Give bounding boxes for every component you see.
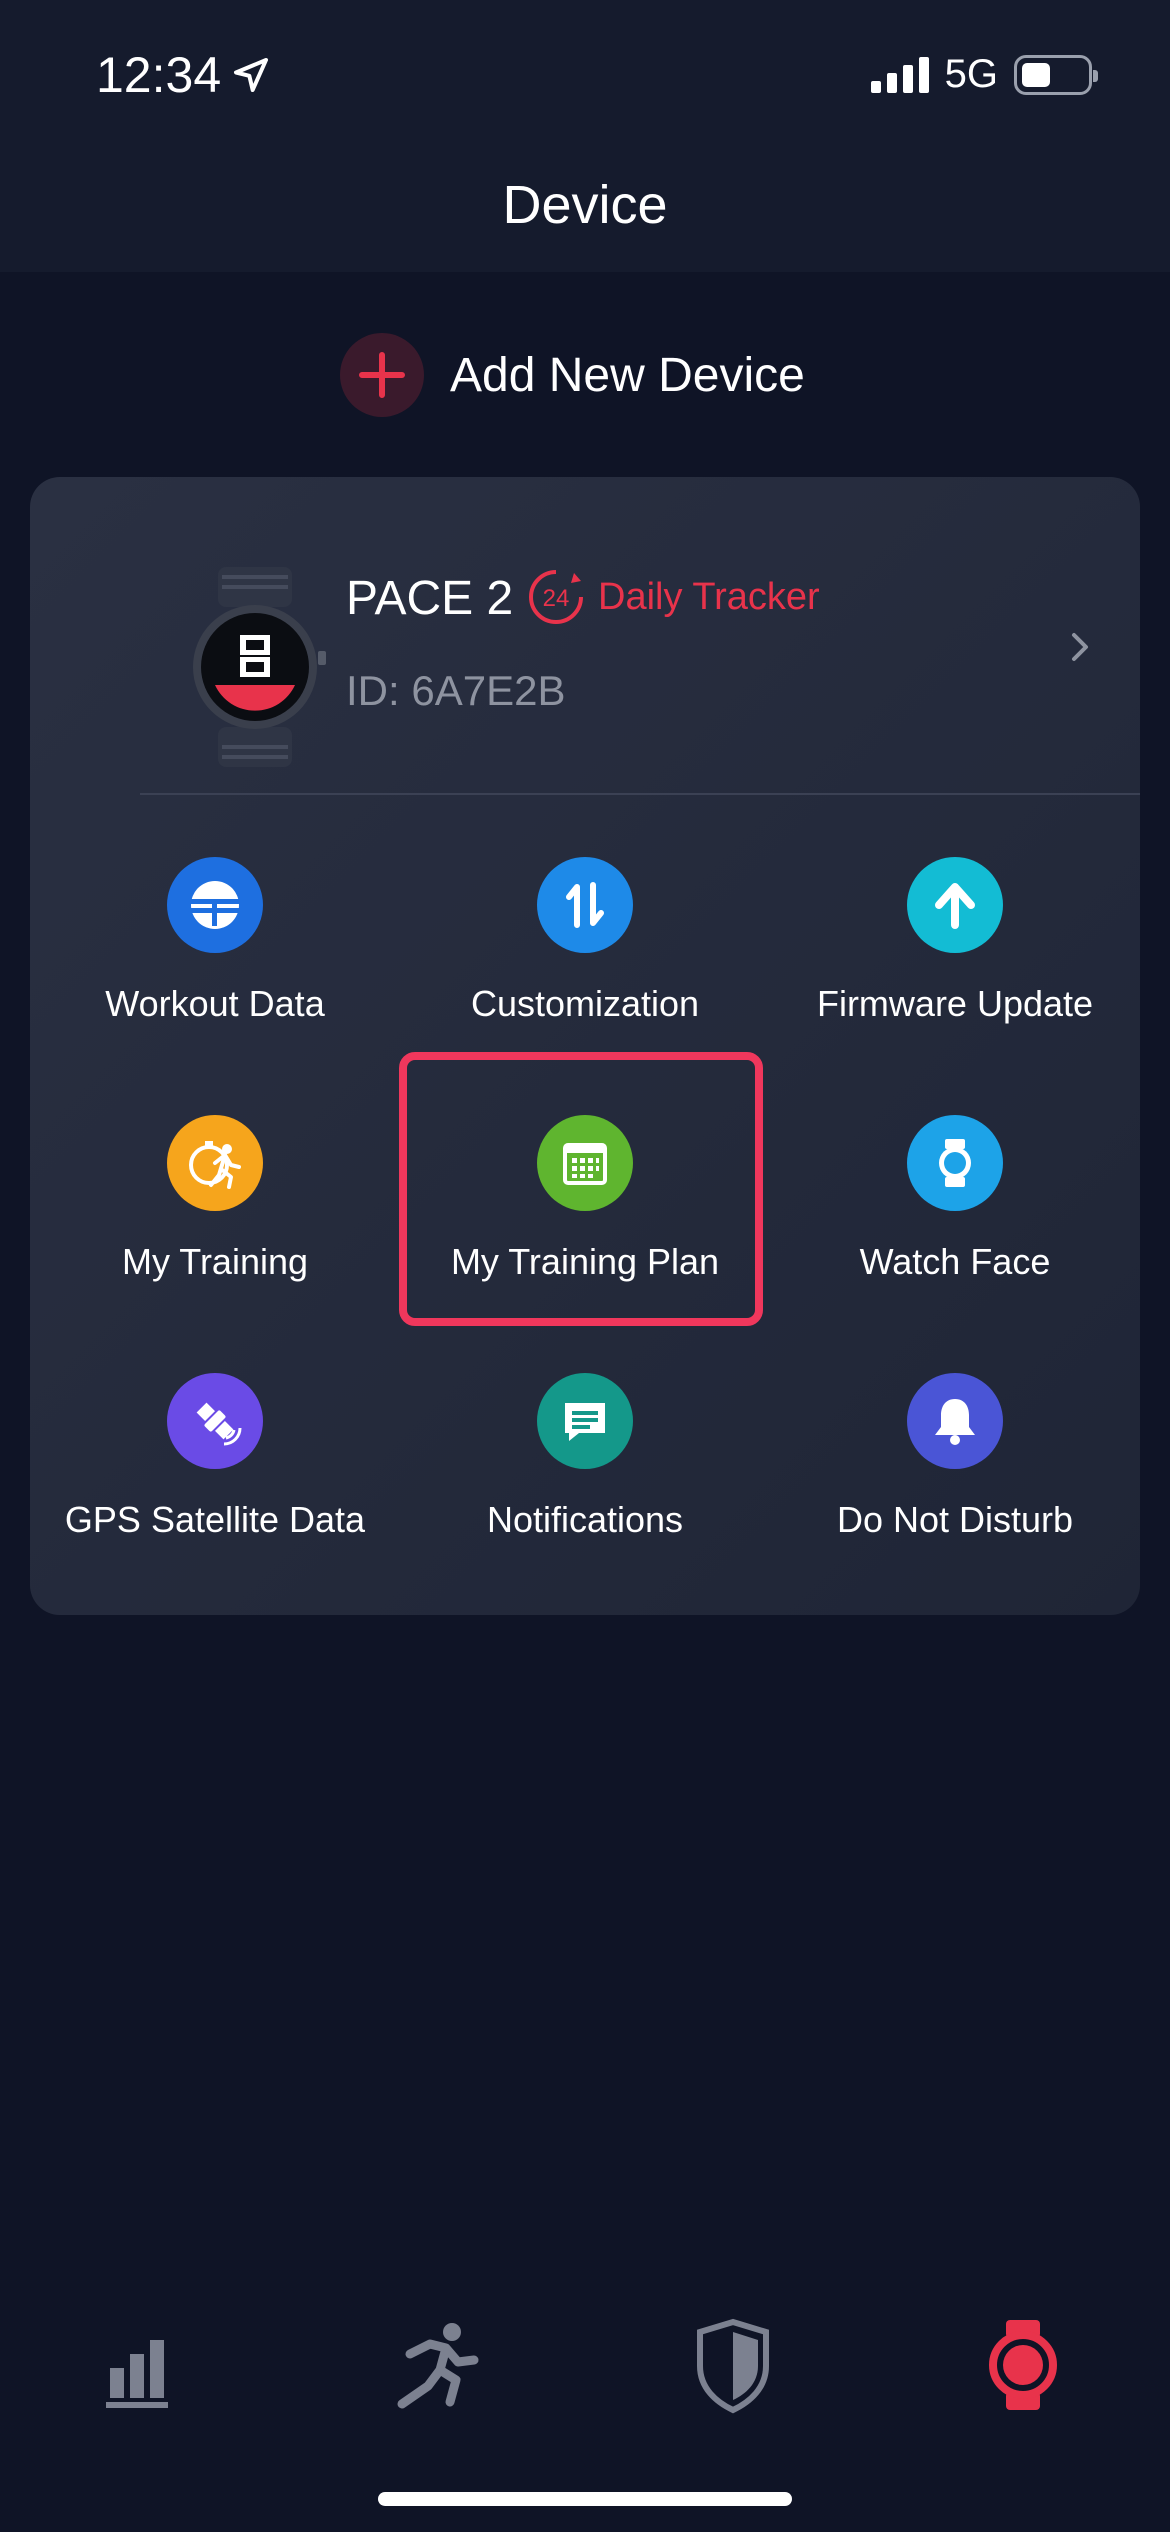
tab-device[interactable] [968,2310,1078,2420]
satellite-icon [167,1373,263,1469]
home-indicator[interactable] [378,2492,792,2506]
customization-icon [537,857,633,953]
device-id: ID: 6A7E2B [346,667,566,714]
firmware-update-item[interactable]: Firmware Update [770,827,1140,1067]
bell-icon [907,1373,1003,1469]
24-hour-icon: 24 [529,570,583,624]
firmware-update-label: Firmware Update [816,983,1094,1024]
my-training-item[interactable]: My Training [30,1085,400,1325]
watch-face-item[interactable]: Watch Face [770,1085,1140,1325]
workout-data-item[interactable]: Workout Data [30,827,400,1067]
shield-icon [697,2318,769,2414]
highlight-box [399,1052,763,1326]
daily-tracker-label: Daily Tracker [598,575,820,618]
bar-chart-icon [106,2340,168,2408]
plus-icon [340,333,424,417]
device-card: PACE 2 24 Daily Tracker ID: 6A7E2B Worko… [30,477,1140,1615]
tab-bar [0,2300,1170,2420]
location-arrow-icon [234,58,269,92]
status-time: 12:34 [96,46,271,104]
signal-icon [870,56,929,93]
my-training-icon [167,1115,263,1211]
tab-stats[interactable] [90,2310,200,2420]
device-name: PACE 2 [346,572,514,625]
add-new-device-button[interactable]: Add New Device [340,333,805,417]
status-indicators: 5G [870,52,1098,97]
header-area: 12:34 5G Device [0,0,1170,272]
tab-activity[interactable] [380,2310,490,2420]
my-training-label: My Training [121,1241,309,1282]
watch-image [193,567,326,767]
customization-label: Customization [470,983,700,1024]
runner-icon [397,2323,479,2409]
divider [140,793,1140,795]
do-not-disturb-label: Do Not Disturb [836,1499,1074,1540]
gps-satellite-data-item[interactable]: GPS Satellite Data [30,1343,400,1583]
network-label: 5G [944,52,998,96]
watch-face-icon [907,1115,1003,1211]
watch-face-label: Watch Face [859,1241,1051,1282]
add-new-device-label: Add New Device [450,348,805,402]
tab-shield[interactable] [678,2310,788,2420]
badge-number: 24 [543,585,570,612]
gps-satellite-data-label: GPS Satellite Data [64,1499,366,1540]
notifications-item[interactable]: Notifications [400,1343,770,1583]
workout-data-label: Workout Data [105,983,325,1024]
notifications-label: Notifications [486,1499,684,1540]
customization-item[interactable]: Customization [400,827,770,1067]
watch-tab-icon [989,2320,1057,2410]
daily-tracker-badge: 24 Daily Tracker [526,567,820,627]
workout-data-icon [167,857,263,953]
chevron-right-icon [1072,633,1088,661]
do-not-disturb-item[interactable]: Do Not Disturb [770,1343,1140,1583]
device-header-row[interactable]: PACE 2 24 Daily Tracker ID: 6A7E2B [30,477,1140,793]
firmware-update-icon [907,857,1003,953]
battery-icon [1014,54,1098,95]
status-time-text: 12:34 [96,47,222,103]
notifications-icon [537,1373,633,1469]
page-title: Device [502,175,668,235]
